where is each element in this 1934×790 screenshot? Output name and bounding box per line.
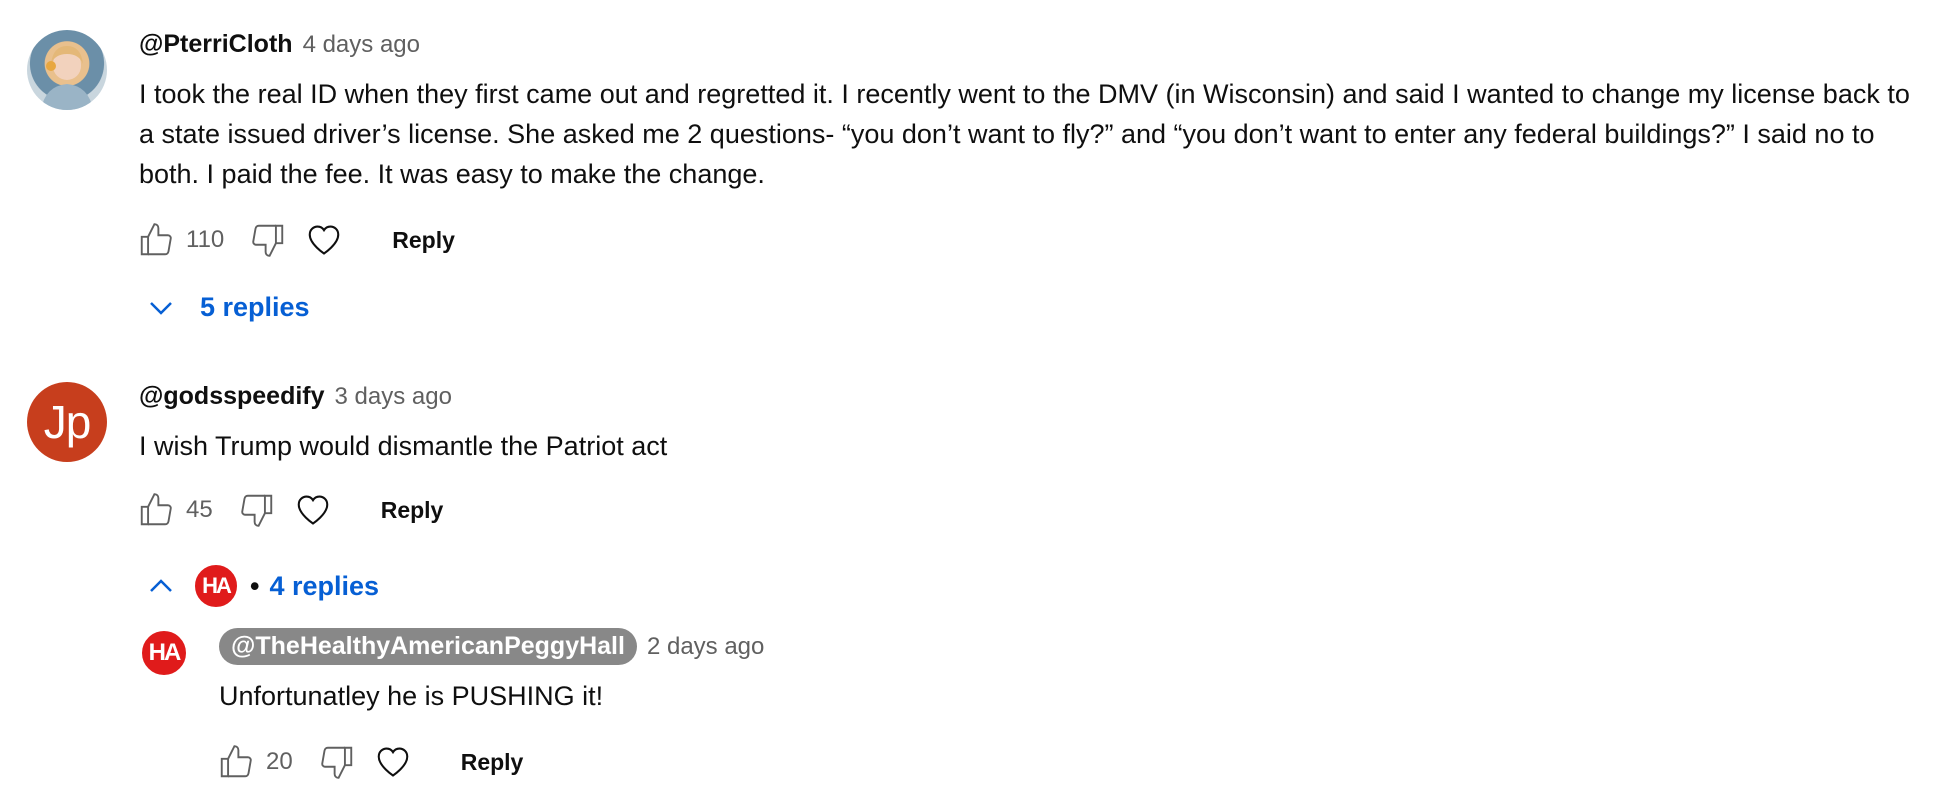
avatar[interactable]: HA: [139, 628, 189, 678]
thumbs-up-icon[interactable]: [216, 742, 256, 782]
reply-button[interactable]: Reply: [392, 227, 455, 254]
like-count: 110: [186, 226, 225, 253]
chevron-up-icon: [146, 571, 176, 601]
hide-replies-button[interactable]: HA • 4 replies: [146, 562, 379, 610]
like-count: 45: [186, 496, 213, 523]
comment-header: @godsspeedify 3 days ago: [139, 382, 452, 411]
reply-actions: 20 Reply: [216, 740, 523, 784]
separator-dot: •: [250, 570, 260, 601]
thumbs-up-icon[interactable]: [136, 220, 176, 260]
creator-avatar: HA: [192, 562, 240, 610]
comment-author[interactable]: @godsspeedify: [139, 382, 325, 411]
thumbs-down-icon[interactable]: [248, 220, 288, 260]
creator-author-badge[interactable]: @TheHealthyAmericanPeggyHall: [219, 628, 637, 665]
reply-header: @TheHealthyAmericanPeggyHall 2 days ago: [219, 628, 764, 665]
reply-button[interactable]: Reply: [381, 497, 444, 524]
reply-time[interactable]: 2 days ago: [647, 633, 764, 661]
replies-count-label: 5 replies: [200, 292, 310, 322]
like-count: 20: [266, 748, 293, 775]
comment-time[interactable]: 3 days ago: [335, 383, 452, 411]
comment-text: I took the real ID when they first came …: [139, 79, 1910, 189]
reply-text: Unfortunatley he is PUSHING it!: [219, 681, 604, 711]
heart-icon[interactable]: [304, 220, 344, 260]
heart-icon[interactable]: [293, 490, 333, 530]
view-replies-button[interactable]: 5 replies: [146, 292, 310, 323]
avatar[interactable]: [27, 30, 107, 110]
replies-count-label: 4 replies: [269, 570, 380, 601]
reply-button[interactable]: Reply: [461, 749, 524, 776]
avatar[interactable]: Jp: [27, 382, 107, 462]
heart-icon[interactable]: [373, 742, 413, 782]
thumbs-up-icon[interactable]: [136, 490, 176, 530]
comment-time[interactable]: 4 days ago: [303, 31, 420, 59]
avatar-photo-icon: [41, 46, 93, 110]
comment-actions: 110 Reply: [136, 218, 455, 262]
thumbs-down-icon[interactable]: [237, 490, 277, 530]
comment-text: I wish Trump would dismantle the Patriot…: [139, 431, 668, 461]
thumbs-down-icon[interactable]: [317, 742, 357, 782]
comment-header: @PterriCloth 4 days ago: [139, 30, 420, 59]
comment-actions: 45 Reply: [136, 488, 443, 532]
comment-author[interactable]: @PterriCloth: [139, 30, 293, 59]
chevron-down-icon: [146, 293, 176, 323]
